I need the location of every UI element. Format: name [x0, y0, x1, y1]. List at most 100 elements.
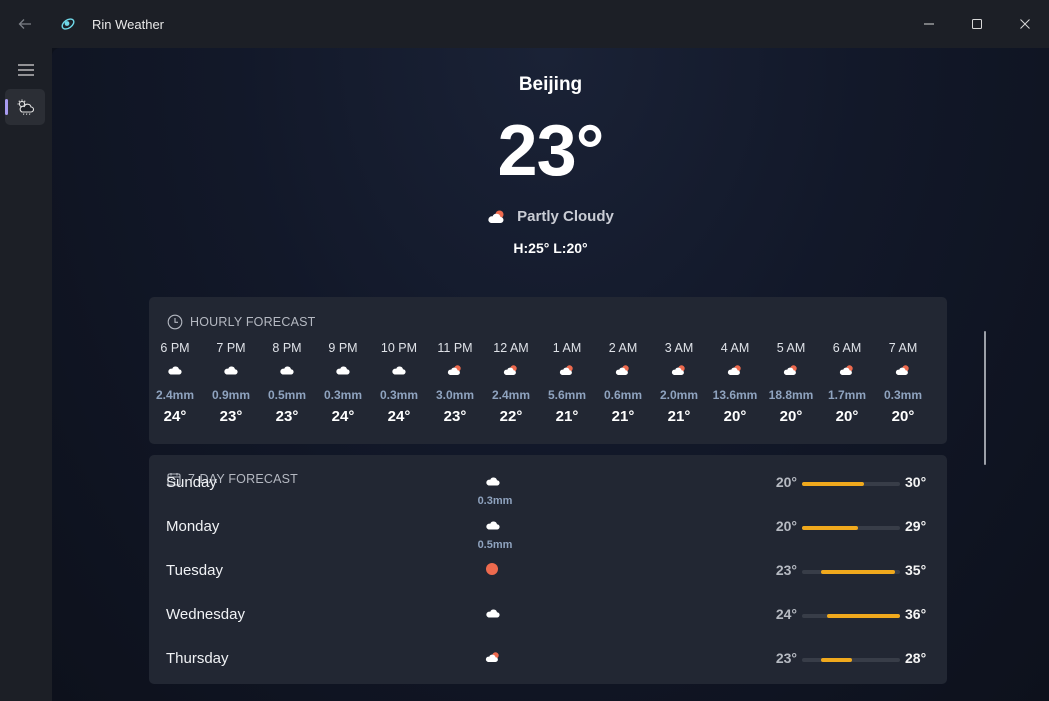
hamburger-menu-icon	[18, 64, 34, 76]
cloud-icon	[333, 363, 353, 379]
hour-time: 5 AM	[776, 341, 806, 355]
scrollbar[interactable]	[984, 331, 986, 465]
hour-time: 12 AM	[493, 341, 529, 355]
title-bar: Rin Weather	[0, 0, 1049, 48]
partly-cloudy-icon	[557, 363, 577, 379]
minimize-button[interactable]	[905, 0, 953, 48]
temperature-range-bar	[802, 482, 900, 486]
partly-cloudy-icon	[445, 363, 465, 379]
partly-cloudy-icon	[725, 363, 745, 379]
day-precipitation: 0.5mm	[477, 539, 513, 551]
hour-temperature: 20°	[779, 408, 803, 425]
hour-time: 2 AM	[608, 341, 638, 355]
hour-time: 6 AM	[832, 341, 862, 355]
partly-cloudy-icon	[613, 363, 633, 379]
close-icon	[1020, 19, 1030, 29]
day-name: Wednesday	[166, 606, 245, 623]
back-button[interactable]	[0, 0, 50, 48]
temperature-range-bar	[802, 570, 900, 574]
daily-forecast-card[interactable]: 7-DAY FORECAST Sunday 20° 30° Monday 0.3mm 20…	[149, 455, 947, 684]
daily-list[interactable]: Sunday 20° 30° Monday 0.3mm 20° 29° Tuesday 0.5m…	[149, 474, 947, 684]
hour-temperature: 23°	[219, 408, 243, 425]
hourly-forecast-title: HOURLY FORECAST	[190, 315, 316, 329]
day-high-temperature: 35°	[905, 562, 927, 578]
day-high-temperature: 30°	[905, 474, 927, 490]
minimize-icon	[924, 23, 934, 25]
day-low-temperature: 20°	[775, 474, 797, 490]
current-temperature: 23°	[497, 111, 605, 191]
day-high-temperature: 28°	[905, 650, 927, 666]
app-logo-icon	[58, 14, 78, 34]
hour-time: 9 PM	[328, 341, 358, 355]
sun-icon	[485, 562, 505, 578]
partly-cloudy-icon	[837, 363, 857, 379]
day-name: Sunday	[166, 474, 217, 491]
day-high-temperature: 29°	[905, 518, 927, 534]
cloud-icon	[389, 363, 409, 379]
temperature-range-bar	[802, 526, 900, 530]
hour-temperature: 21°	[667, 408, 691, 425]
day-low-temperature: 20°	[775, 518, 797, 534]
back-arrow-icon	[18, 19, 31, 29]
high-low-temperature: H:25° L:20°	[513, 240, 588, 256]
temperature-range-fill	[820, 658, 852, 662]
current-condition: Partly Cloudy	[52, 208, 1049, 225]
hour-time: 4 AM	[720, 341, 750, 355]
cloud-icon	[485, 518, 505, 534]
hourly-list[interactable]: 6 PM 2.4mm 24° 7 PM 0.9mm 23° 8 PM 0.5mm 23° 9 PM…	[149, 341, 947, 431]
hourly-forecast-card[interactable]: HOURLY FORECAST 6 PM 2.4mm 24° 7 PM 0.9mm 23°…	[149, 297, 947, 444]
cloud-icon	[485, 474, 505, 490]
hour-temperature: 23°	[443, 408, 467, 425]
day-low-temperature: 23°	[775, 562, 797, 578]
hour-temperature: 21°	[555, 408, 579, 425]
main-content: Beijing 23° Partly Cloudy H:25° L:20° HO…	[52, 48, 1049, 701]
clock-icon	[167, 314, 183, 330]
hour-time: 1 AM	[552, 341, 582, 355]
hour-precipitation: 3.0mm	[435, 388, 475, 402]
hour-temperature: 20°	[891, 408, 915, 425]
temperature-range-fill	[827, 614, 900, 618]
daily-item: Wednesday 24° 36°	[149, 591, 947, 635]
hour-precipitation: 5.6mm	[547, 388, 587, 402]
hour-temperature: 24°	[163, 408, 187, 425]
day-high-temperature: 36°	[905, 606, 927, 622]
day-name: Monday	[166, 518, 220, 535]
partly-cloudy-icon	[501, 363, 521, 379]
hour-precipitation: 2.4mm	[491, 388, 531, 402]
app-title: Rin Weather	[92, 16, 165, 32]
hour-time: 8 PM	[272, 341, 302, 355]
partly-cloudy-icon	[781, 363, 801, 379]
partly-cloudy-icon	[669, 363, 689, 379]
hour-precipitation: 0.3mm	[883, 388, 923, 402]
temperature-range-fill	[802, 526, 858, 530]
hour-time: 7 AM	[888, 341, 918, 355]
temperature-range-fill	[820, 570, 896, 574]
temperature-range-bar	[802, 658, 900, 662]
hour-precipitation: 13.6mm	[712, 388, 758, 402]
day-name: Tuesday	[166, 562, 223, 579]
cloud-icon	[485, 606, 505, 622]
maximize-icon	[972, 19, 982, 29]
hour-precipitation: 0.3mm	[379, 388, 419, 402]
partly-cloudy-icon	[488, 210, 504, 223]
maximize-button[interactable]	[953, 0, 1001, 48]
daily-item: Sunday 20° 30°	[149, 459, 947, 503]
hour-time: 3 AM	[664, 341, 694, 355]
hour-time: 6 PM	[160, 341, 190, 355]
hourly-forecast-header: HOURLY FORECAST	[167, 314, 315, 330]
day-low-temperature: 24°	[775, 606, 797, 622]
window-controls	[905, 0, 1049, 48]
cloud-icon	[221, 363, 241, 379]
day-low-temperature: 23°	[775, 650, 797, 666]
condition-text: Partly Cloudy	[517, 208, 614, 225]
hour-time: 11 PM	[437, 341, 473, 355]
nav-item-weather[interactable]	[5, 89, 45, 125]
close-button[interactable]	[1001, 0, 1049, 48]
hour-temperature: 23°	[275, 408, 299, 425]
hour-time: 10 PM	[380, 341, 418, 355]
menu-button[interactable]	[8, 52, 44, 88]
hour-precipitation: 2.0mm	[659, 388, 699, 402]
city-name: Beijing	[518, 74, 583, 95]
partly-cloudy-icon	[893, 363, 913, 379]
hour-precipitation: 2.4mm	[155, 388, 195, 402]
